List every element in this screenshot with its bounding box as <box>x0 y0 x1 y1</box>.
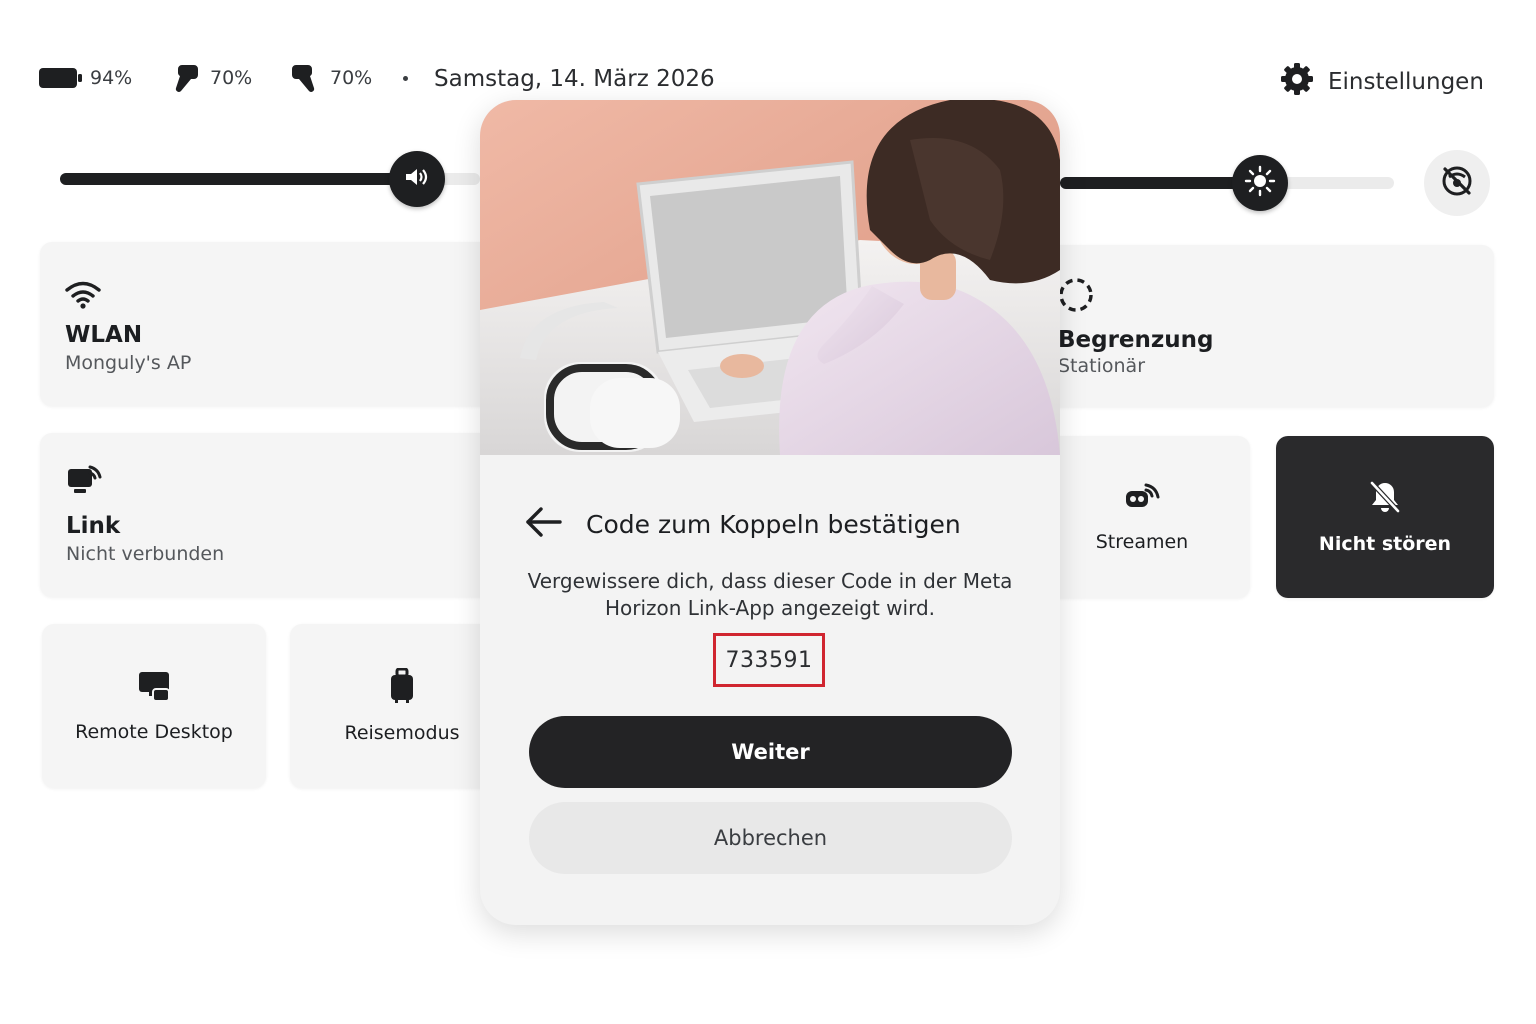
wifi-tile[interactable]: WLAN Monguly's AP <box>40 242 500 406</box>
passthrough-off-icon <box>1439 163 1475 203</box>
right-controller-battery-text: 70% <box>330 67 373 89</box>
boundary-status: Stationär <box>1058 355 1146 377</box>
stream-label: Streamen <box>1095 531 1189 553</box>
stream-icon <box>1124 481 1160 517</box>
right-controller-battery-status: 70% <box>288 62 372 94</box>
brightness-slider[interactable] <box>1060 177 1394 189</box>
boundary-title: Begrenzung <box>1058 327 1214 353</box>
cancel-button[interactable]: Abbrechen <box>529 802 1012 874</box>
settings-label: Einstellungen <box>1328 69 1484 95</box>
status-separator <box>403 76 408 81</box>
volume-slider-knob[interactable] <box>389 151 445 207</box>
pairing-code-dialog: Code zum Koppeln bestätigen Vergewissere… <box>480 100 1060 925</box>
continue-button[interactable]: Weiter <box>529 716 1012 788</box>
date-label: Samstag, 14. März 2026 <box>434 66 715 92</box>
stream-tile[interactable]: Streamen <box>1034 436 1250 598</box>
left-controller-battery-text: 70% <box>210 67 253 89</box>
wifi-title: WLAN <box>65 322 143 348</box>
left-controller-battery-status: 70% <box>168 62 252 94</box>
dialog-title: Code zum Koppeln bestätigen <box>586 509 961 539</box>
headset-battery-text: 94% <box>90 67 133 89</box>
passthrough-toggle-button[interactable] <box>1424 150 1490 216</box>
wifi-network-name: Monguly's AP <box>65 352 192 374</box>
do-not-disturb-label: Nicht stören <box>1318 533 1452 555</box>
boundary-icon <box>1058 277 1094 317</box>
dialog-description: Vergewissere dich, dass dieser Code in d… <box>527 569 1013 620</box>
dialog-header: Code zum Koppeln bestätigen <box>524 506 961 542</box>
remote-desktop-tile[interactable]: Remote Desktop <box>42 624 266 788</box>
suitcase-icon <box>388 667 416 708</box>
remote-desktop-icon <box>137 669 171 707</box>
hero-illustration <box>480 100 1060 455</box>
boundary-tile[interactable]: Begrenzung Stationär <box>1040 245 1494 407</box>
remote-desktop-label: Remote Desktop <box>75 721 233 743</box>
right-controller-icon <box>288 63 322 93</box>
pairing-code: 733591 <box>713 633 825 687</box>
brightness-icon <box>1244 165 1276 201</box>
brightness-slider-fill <box>1060 177 1260 189</box>
volume-slider-fill <box>60 173 417 185</box>
link-tile[interactable]: Link Nicht verbunden <box>40 433 500 597</box>
bell-off-icon <box>1367 479 1403 519</box>
gear-icon <box>1280 62 1314 102</box>
brightness-slider-knob[interactable] <box>1232 155 1288 211</box>
link-headset-icon <box>66 463 104 505</box>
left-controller-icon <box>168 63 202 93</box>
travel-mode-label: Reisemodus <box>344 722 460 744</box>
back-arrow-icon[interactable] <box>524 506 562 542</box>
settings-button[interactable]: Einstellungen <box>1280 62 1484 102</box>
headset-battery-icon <box>38 66 82 90</box>
wifi-icon <box>65 280 101 314</box>
do-not-disturb-tile[interactable]: Nicht stören <box>1276 436 1494 598</box>
link-title: Link <box>66 513 121 539</box>
link-status: Nicht verbunden <box>66 543 225 565</box>
speaker-icon <box>404 166 430 192</box>
headset-battery-status: 94% <box>38 62 132 94</box>
